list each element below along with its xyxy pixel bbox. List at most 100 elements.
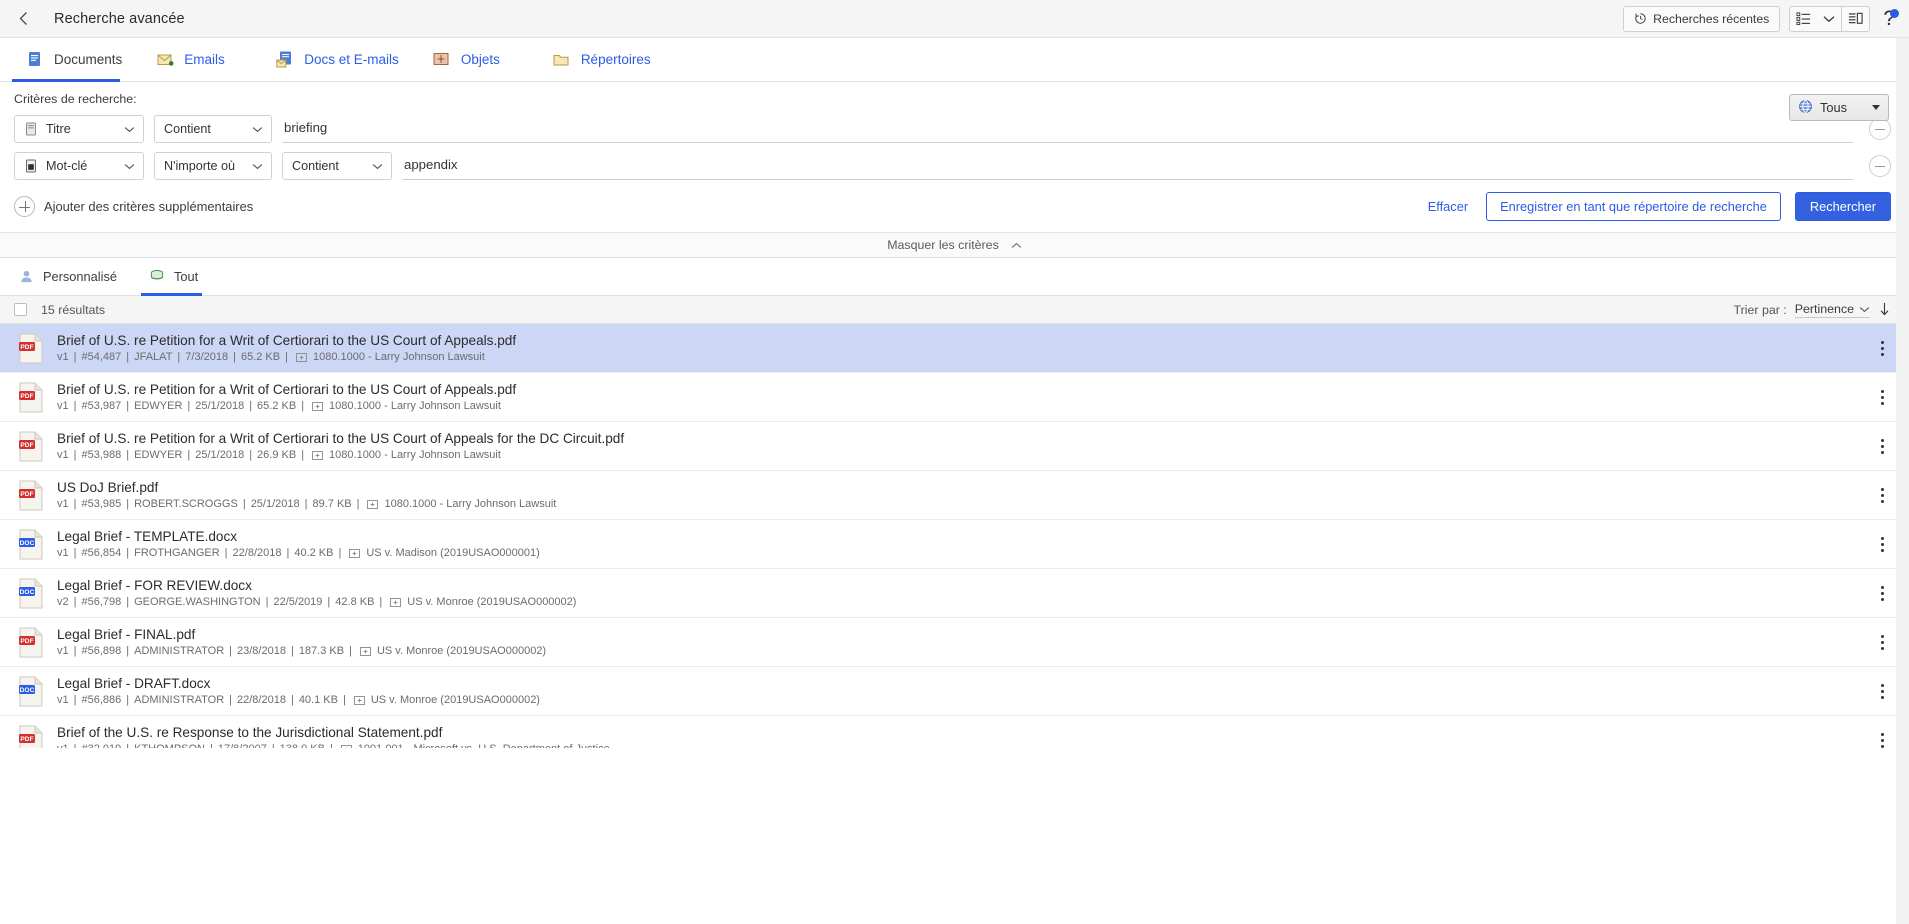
document-metadata: v1 | #53,988 | EDWYER | 25/1/2018 | 26.9 KB | 1080…: [57, 449, 501, 461]
database-icon: [149, 269, 165, 285]
row-text-block: Legal Brief - FOR REVIEW.docx v2 | #56,798 |…: [57, 578, 1859, 608]
container-name: 1080.1000 - Larry Johnson Lawsuit: [329, 400, 501, 412]
table-row[interactable]: PDF Brief of the U.S. re Response to the …: [0, 716, 1909, 748]
file-size: 89.7 KB: [312, 498, 352, 510]
tab-documents[interactable]: Documents: [12, 38, 142, 82]
document-id: #32,019: [81, 743, 121, 748]
date: 22/5/2019: [273, 596, 323, 608]
search-criteria-panel: Critères de recherche: Tous Titre Contie…: [0, 82, 1909, 232]
row-more-options-icon[interactable]: [1869, 727, 1895, 748]
svg-text:DOC: DOC: [20, 687, 35, 694]
document-metadata: v1 | #53,987 | EDWYER | 25/1/2018 | 65.2 KB | 1080…: [57, 400, 501, 412]
row-more-options-icon[interactable]: [1869, 335, 1895, 361]
criteria-operator-select[interactable]: Contient: [282, 152, 392, 180]
svg-text:PDF: PDF: [20, 638, 33, 645]
tab-tout[interactable]: Tout: [140, 258, 222, 296]
document-metadata: v1 | #56,886 | ADMINISTRATOR | 22/8/2018 | 40.1 …: [57, 694, 540, 706]
chevron-down-icon: [240, 126, 263, 133]
tab-personnalise[interactable]: Personnalisé: [10, 258, 141, 295]
tab-repertoires[interactable]: Répertoires: [539, 38, 671, 81]
document-title[interactable]: Legal Brief - DRAFT.docx: [57, 676, 1859, 691]
remove-criteria-button[interactable]: [1869, 155, 1891, 177]
row-more-options-icon[interactable]: [1869, 580, 1895, 606]
table-row[interactable]: PDF Brief of U.S. re Petition for a Writ …: [0, 422, 1909, 471]
criteria-operator-select[interactable]: Contient: [154, 115, 272, 143]
user-icon: [18, 269, 34, 285]
table-row[interactable]: DOC Legal Brief - FOR REVIEW.docx v2 | #56,7…: [0, 569, 1909, 618]
folder-icon: [553, 51, 571, 69]
criteria-row: Titre Contient: [14, 115, 1895, 143]
document-title[interactable]: Brief of U.S. re Petition for a Writ of …: [57, 333, 1859, 348]
sort-select[interactable]: Pertinence: [1794, 302, 1870, 318]
criteria-operator-value: Contient: [292, 159, 339, 173]
tab-docs-et-emails[interactable]: Docs et E-mails: [262, 38, 419, 81]
clear-button[interactable]: Effacer: [1424, 199, 1472, 214]
criteria-row: Mot-clé N'importe où Contient: [14, 152, 1895, 180]
search-button[interactable]: Rechercher: [1794, 192, 1891, 221]
add-criteria-label: Ajouter des critères supplémentaires: [44, 199, 254, 214]
svg-text:PDF: PDF: [20, 344, 33, 351]
row-more-options-icon[interactable]: [1869, 384, 1895, 410]
version: v1: [57, 743, 69, 748]
version: v1: [57, 449, 69, 461]
remove-criteria-button[interactable]: [1869, 118, 1891, 140]
list-view-button[interactable]: [1790, 7, 1817, 31]
criteria-field-select[interactable]: Mot-clé: [14, 152, 144, 180]
criteria-value-input[interactable]: [282, 115, 1853, 143]
help-button[interactable]: ?: [1879, 8, 1899, 29]
author: FROTHGANGER: [134, 547, 220, 559]
row-more-options-icon[interactable]: [1869, 629, 1895, 655]
table-row[interactable]: PDF Brief of U.S. re Petition for a Writ …: [0, 373, 1909, 422]
recent-searches-button[interactable]: Recherches récentes: [1623, 5, 1781, 32]
tab-label: Répertoires: [580, 52, 651, 67]
row-more-options-icon[interactable]: [1869, 678, 1895, 704]
results-list[interactable]: PDF Brief of U.S. re Petition for a Writ …: [0, 324, 1909, 748]
tab-emails[interactable]: Emails: [142, 38, 262, 81]
panel-view-button[interactable]: [1842, 7, 1869, 31]
view-mode-dropdown[interactable]: [1817, 7, 1841, 31]
document-email-icon: [276, 51, 294, 69]
select-all-checkbox[interactable]: [14, 303, 27, 316]
tab-objets[interactable]: Objets: [419, 38, 539, 81]
svg-text:DOC: DOC: [20, 589, 35, 596]
criteria-actions: Effacer Enregistrer en tant que répertoi…: [1424, 192, 1891, 221]
chevron-down-icon: [1872, 105, 1880, 110]
row-more-options-icon[interactable]: [1869, 531, 1895, 557]
row-more-options-icon[interactable]: [1869, 482, 1895, 508]
sort-direction-button[interactable]: [1878, 302, 1891, 317]
save-as-search-folder-button[interactable]: Enregistrer en tant que répertoire de re…: [1486, 192, 1781, 221]
table-row[interactable]: PDF US DoJ Brief.pdf v1 | #53,985 | ROBERT.SCR…: [0, 471, 1909, 520]
document-title[interactable]: US DoJ Brief.pdf: [57, 480, 1859, 495]
version: v1: [57, 547, 69, 559]
doc-file-icon: DOC: [18, 676, 45, 707]
document-icon: [26, 51, 44, 69]
document-title[interactable]: Brief of the U.S. re Response to the Jur…: [57, 725, 1859, 740]
row-text-block: Brief of U.S. re Petition for a Writ of …: [57, 431, 1859, 461]
row-text-block: Brief of U.S. re Petition for a Writ of …: [57, 382, 1859, 412]
criteria-location-select[interactable]: N'importe où: [154, 152, 272, 180]
document-title[interactable]: Legal Brief - FINAL.pdf: [57, 627, 1859, 642]
criteria-field-select[interactable]: Titre: [14, 115, 144, 143]
table-row[interactable]: DOC Legal Brief - DRAFT.docx v1 | #56,886 | AD…: [0, 667, 1909, 716]
document-id: #53,987: [81, 400, 122, 412]
scope-select[interactable]: Tous: [1789, 94, 1889, 121]
add-criteria-button[interactable]: Ajouter des critères supplémentaires: [14, 196, 253, 217]
table-row[interactable]: PDF Brief of U.S. re Petition for a Writ …: [0, 324, 1909, 373]
document-title[interactable]: Legal Brief - TEMPLATE.docx: [57, 529, 1859, 544]
table-row[interactable]: DOC Legal Brief - TEMPLATE.docx v1 | #56,854…: [0, 520, 1909, 569]
row-more-options-icon[interactable]: [1869, 433, 1895, 459]
chevron-down-icon: [112, 126, 135, 133]
document-title[interactable]: Brief of U.S. re Petition for a Writ of …: [57, 382, 1859, 397]
container-icon: [349, 548, 361, 559]
document-title[interactable]: Brief of U.S. re Petition for a Writ of …: [57, 431, 1859, 446]
table-row[interactable]: PDF Legal Brief - FINAL.pdf v1 | #56,898 | ADM…: [0, 618, 1909, 667]
page-scrollbar[interactable]: [1896, 38, 1909, 924]
author: ADMINISTRATOR: [134, 694, 225, 706]
back-button[interactable]: [10, 6, 36, 32]
history-icon: [1635, 13, 1646, 24]
criteria-value-input[interactable]: [402, 152, 1853, 180]
document-title[interactable]: Legal Brief - FOR REVIEW.docx: [57, 578, 1859, 593]
document-metadata: v1 | #54,487 | JFALAT | 7/3/2018 | 65.2 KB | 1080.…: [57, 351, 485, 363]
hide-criteria-toggle[interactable]: Masquer les critères: [0, 232, 1909, 258]
file-size: 65.2 KB: [240, 351, 281, 363]
